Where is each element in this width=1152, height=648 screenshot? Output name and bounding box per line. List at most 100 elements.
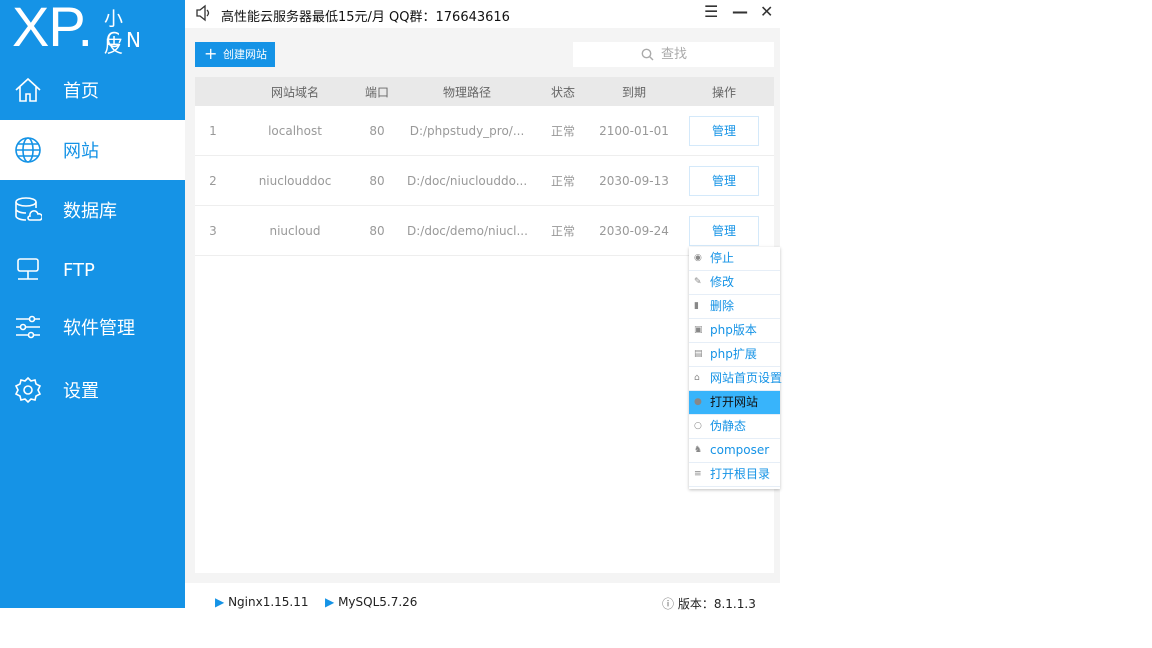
status-bar: ▶ Nginx1.15.11 ▶ MySQL5.7.26 ⓘ 版本：8.1.1.… xyxy=(185,583,780,620)
manage-button[interactable]: 管理 xyxy=(689,216,759,246)
composer-icon: ♞ xyxy=(694,445,703,455)
menu-button[interactable]: ☰ xyxy=(704,2,718,21)
cell-status: 正常 xyxy=(550,224,575,238)
context-menu-item[interactable]: ⌂ 网站首页设置 xyxy=(689,367,783,391)
delete-icon: ▮ xyxy=(694,301,699,311)
col-action: 操作 xyxy=(711,85,736,99)
context-menu-item[interactable]: ♞ composer xyxy=(689,439,780,463)
speaker-icon xyxy=(196,4,210,22)
nav-label: 软件管理 xyxy=(63,318,135,339)
globe-icon: ● xyxy=(694,397,702,407)
mysql-status[interactable]: ▶ MySQL5.7.26 xyxy=(325,595,417,609)
nav-label: 首页 xyxy=(63,81,99,102)
cell-domain: niucloud xyxy=(269,223,321,238)
php-ext-icon: ▤ xyxy=(694,349,703,359)
col-path: 物理路径 xyxy=(442,85,491,99)
nav-label: 设置 xyxy=(63,381,99,402)
context-menu-item[interactable]: ○ 伪静态 xyxy=(689,415,780,439)
gear-icon xyxy=(14,376,42,404)
manage-button[interactable]: 管理 xyxy=(689,116,759,146)
col-status: 状态 xyxy=(550,85,575,99)
sliders-icon xyxy=(16,315,40,339)
create-label: 创建网站 xyxy=(223,48,267,61)
cell-domain: localhost xyxy=(268,123,322,138)
context-menu-item[interactable]: ▤ php扩展 xyxy=(689,343,780,367)
play-icon: ▶ xyxy=(215,595,225,609)
cell-expire: 2030-09-24 xyxy=(599,223,669,238)
cell-port: 80 xyxy=(369,173,385,188)
search-placeholder: 查找 xyxy=(661,47,688,62)
search-icon xyxy=(641,48,654,61)
context-menu-item[interactable]: ✎ 修改 xyxy=(689,271,780,295)
php-version-icon: ▣ xyxy=(694,325,703,335)
menu-item-label: php扩展 xyxy=(710,347,757,361)
nav-settings[interactable]: 设置 xyxy=(0,360,185,420)
menu-item-label: 停止 xyxy=(710,251,735,265)
sidebar: XP. 小皮 CN 首页 网站 数据库 FTP 软件管理 设置 xyxy=(0,0,185,608)
mysql-label: MySQL5.7.26 xyxy=(338,595,418,609)
menu-item-label: 打开根目录 xyxy=(710,467,771,481)
info-icon: ⓘ xyxy=(662,597,675,611)
context-menu-item[interactable]: ● 打开网站 xyxy=(689,391,780,415)
create-site-button[interactable]: + 创建网站 xyxy=(195,42,275,67)
version-label: 版本：8.1.1.3 xyxy=(677,597,756,611)
table-header: 网站域名 端口 物理路径 状态 到期 操作 xyxy=(195,77,774,106)
play-icon: ▶ xyxy=(325,595,335,609)
cell-port: 80 xyxy=(369,123,385,138)
context-menu-item[interactable]: ▣ php版本 xyxy=(689,319,780,343)
cell-expire: 2030-09-13 xyxy=(599,173,669,188)
cell-port: 80 xyxy=(369,223,385,238)
context-menu-item[interactable]: ≡ 打开根目录 xyxy=(689,463,780,487)
stop-icon: ◉ xyxy=(694,253,702,263)
manage-button[interactable]: 管理 xyxy=(689,166,759,196)
minimize-button[interactable]: — xyxy=(732,2,748,21)
close-button[interactable]: ✕ xyxy=(760,2,773,21)
nav-label: 数据库 xyxy=(63,201,117,222)
nav-ftp[interactable]: FTP xyxy=(0,240,185,300)
menu-item-label: composer xyxy=(710,443,770,457)
cell-path: D:/doc/niuclouddo... xyxy=(407,173,527,188)
cell-no: 2 xyxy=(209,173,217,188)
menu-item-label: 删除 xyxy=(710,299,735,313)
globe-icon xyxy=(15,137,41,163)
title-bar: 高性能云服务器最低15元/月 QQ群：176643616 ☰ — ✕ xyxy=(185,0,780,28)
cell-path: D:/doc/demo/niucl... xyxy=(407,223,527,238)
logo-xp: XP. xyxy=(12,0,93,58)
nav-software[interactable]: 软件管理 xyxy=(0,297,185,357)
nav-home[interactable]: 首页 xyxy=(0,60,185,120)
logo-cn-bottom: CN xyxy=(106,28,147,52)
menu-item-label: 打开网站 xyxy=(710,395,759,409)
menu-item-label: 网站首页设置 xyxy=(710,371,783,385)
edit-icon: ✎ xyxy=(694,277,702,287)
nav-website[interactable]: 网站 xyxy=(0,120,185,180)
plus-icon: + xyxy=(204,44,218,63)
col-domain: 网站域名 xyxy=(270,85,319,99)
nginx-label: Nginx1.15.11 xyxy=(228,595,309,609)
search-input[interactable]: 查找 xyxy=(573,42,774,67)
rewrite-icon: ○ xyxy=(694,421,702,431)
folder-list-icon: ≡ xyxy=(694,469,702,479)
nginx-status[interactable]: ▶ Nginx1.15.11 xyxy=(215,595,309,609)
home-icon xyxy=(15,77,41,102)
table-row: 3 niucloud 80 D:/doc/demo/niucl... 正常 2030-09… xyxy=(195,206,774,256)
nav-database[interactable]: 数据库 xyxy=(0,180,185,240)
nav-label: FTP xyxy=(63,259,95,281)
col-port: 端口 xyxy=(364,85,389,99)
cell-status: 正常 xyxy=(550,124,575,138)
cell-no: 1 xyxy=(209,123,217,138)
cell-expire: 2100-01-01 xyxy=(599,123,669,138)
notice-text: 高性能云服务器最低15元/月 QQ群：176643616 xyxy=(221,10,510,25)
ftp-icon xyxy=(17,258,39,280)
cell-path: D:/phpstudy_pro/... xyxy=(409,123,525,138)
col-expire: 到期 xyxy=(621,85,646,99)
menu-item-label: php版本 xyxy=(710,323,757,337)
site-table: 网站域名 端口 物理路径 状态 到期 操作 1 localhost 80 D:/php… xyxy=(195,77,774,573)
menu-item-label: 伪静态 xyxy=(710,419,747,433)
cell-no: 3 xyxy=(209,223,217,238)
menu-item-label: 修改 xyxy=(710,275,735,289)
table-row: 2 niuclouddoc 80 D:/doc/niuclouddo... 正常 2030… xyxy=(195,156,774,206)
context-menu-item[interactable]: ▮ 删除 xyxy=(689,295,780,319)
nav-label: 网站 xyxy=(63,141,99,162)
table-row: 1 localhost 80 D:/phpstudy_pro/... 正常 2100-01… xyxy=(195,106,774,156)
context-menu-item[interactable]: ◉ 停止 xyxy=(689,247,780,271)
